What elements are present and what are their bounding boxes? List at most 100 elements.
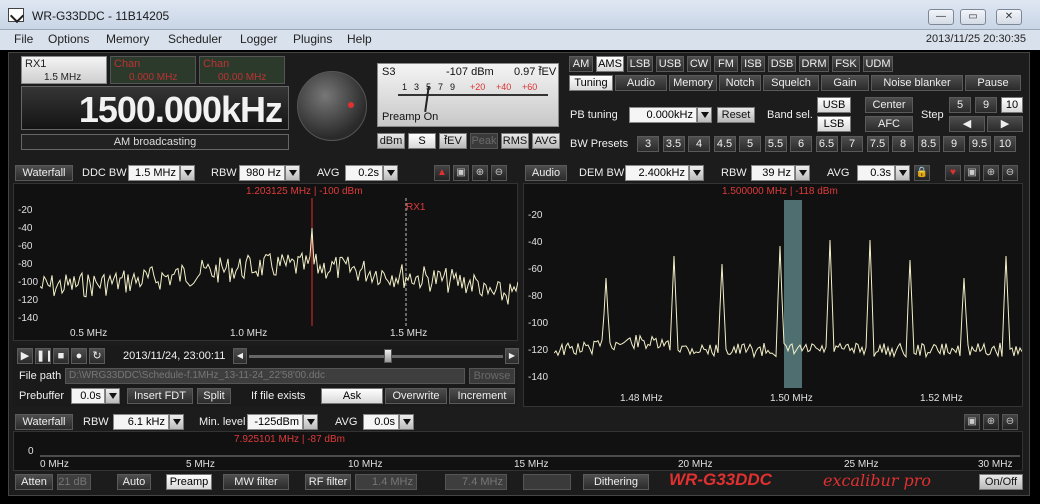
- zoom-in-icon[interactable]: ⊕: [983, 165, 999, 181]
- seek-back-button[interactable]: ◀: [233, 348, 247, 364]
- menu-logger[interactable]: Logger: [240, 32, 277, 46]
- menu-scheduler[interactable]: Scheduler: [168, 32, 222, 46]
- overwrite-button[interactable]: Overwrite: [385, 388, 447, 404]
- bw-preset-button[interactable]: 3: [637, 136, 659, 152]
- meter-rms-button[interactable]: RMS: [501, 133, 529, 149]
- seek-slider-handle[interactable]: [384, 349, 392, 363]
- tab-pause[interactable]: Pause: [965, 75, 1021, 91]
- dem-avg-dropdown-icon[interactable]: [895, 165, 910, 181]
- zoom-in-icon[interactable]: ⊕: [472, 165, 488, 181]
- mode-fsk-button[interactable]: FSK: [832, 56, 860, 72]
- zoom-out-icon[interactable]: ⊖: [1002, 165, 1018, 181]
- bw-preset-button[interactable]: 9.5: [968, 136, 991, 152]
- mode-drm-button[interactable]: DRM: [799, 56, 829, 72]
- save-icon[interactable]: ▣: [453, 165, 469, 181]
- dem-avg-field[interactable]: 0.3s: [857, 165, 895, 181]
- zoom-in-icon[interactable]: ⊕: [983, 414, 999, 430]
- pb-tuning-field[interactable]: 0.000kHz: [629, 107, 697, 123]
- menu-file[interactable]: File: [14, 32, 33, 46]
- mode-usb-button[interactable]: USB: [656, 56, 684, 72]
- step-10-button[interactable]: 10: [1001, 97, 1023, 113]
- insert-fdt-button[interactable]: Insert FDT: [127, 388, 193, 404]
- dem-bw-field[interactable]: 2.400kHz: [625, 165, 689, 181]
- menu-help[interactable]: Help: [347, 32, 372, 46]
- meter-dbm-button[interactable]: dBm: [377, 133, 405, 149]
- dem-rbw-dropdown-icon[interactable]: [795, 165, 810, 181]
- step-5-button[interactable]: 5: [949, 97, 971, 113]
- step-9-button[interactable]: 9: [975, 97, 997, 113]
- loop-button[interactable]: ↻: [89, 348, 105, 364]
- bw-preset-button[interactable]: 4.5: [713, 136, 736, 152]
- ddc-bw-field[interactable]: 1.5 MHz: [128, 165, 180, 181]
- channel-tab-rx1[interactable]: RX1 1.5 MHz: [21, 56, 107, 84]
- tab-tuning[interactable]: Tuning: [569, 75, 613, 91]
- split-button[interactable]: Split: [197, 388, 231, 404]
- mode-cw-button[interactable]: CW: [687, 56, 711, 72]
- waterfall-button-wideband[interactable]: Waterfall: [15, 414, 73, 430]
- menu-plugins[interactable]: Plugins: [293, 32, 332, 46]
- bw-preset-button[interactable]: 9: [943, 136, 965, 152]
- lock-icon[interactable]: 🔒: [914, 165, 930, 181]
- center-button[interactable]: Center: [865, 97, 913, 113]
- meter-s-button[interactable]: S: [408, 133, 436, 149]
- preamp-button[interactable]: Preamp: [166, 474, 212, 490]
- prebuffer-field[interactable]: 0.0s: [71, 388, 105, 404]
- browse-button[interactable]: Browse: [469, 368, 515, 384]
- zoom-out-icon[interactable]: ⊖: [1002, 414, 1018, 430]
- wideband-spectrum-panel[interactable]: 7.925101 MHz | -87 dBm 0 0 MHz 5 MHz 10 …: [13, 431, 1023, 471]
- rf-filter-high-field[interactable]: 7.4 MHz: [445, 474, 507, 490]
- mode-lsb-button[interactable]: LSB: [627, 56, 653, 72]
- save-icon[interactable]: ▣: [964, 165, 980, 181]
- ask-button[interactable]: Ask: [321, 388, 383, 404]
- play-button[interactable]: ▶: [17, 348, 33, 364]
- demod-spectrum-panel[interactable]: 1.500000 MHz | -118 dBm -20 -40 -60 -80 …: [523, 183, 1023, 407]
- step-down-button[interactable]: ◀: [949, 116, 985, 132]
- bw-preset-button[interactable]: 4: [688, 136, 710, 152]
- auto-button[interactable]: Auto: [117, 474, 151, 490]
- meter-avg-button[interactable]: AVG: [532, 133, 560, 149]
- peak-hold-icon[interactable]: ▲: [434, 165, 450, 181]
- meter-peak-button[interactable]: Peak: [470, 133, 498, 149]
- tab-squelch[interactable]: Squelch: [763, 75, 819, 91]
- band-lsb-button[interactable]: LSB: [817, 116, 851, 132]
- min-level-field[interactable]: -125dBm: [247, 414, 303, 430]
- bw-preset-button[interactable]: 7.5: [866, 136, 889, 152]
- min-level-dropdown-icon[interactable]: [303, 414, 318, 430]
- bw-preset-button[interactable]: 10: [994, 136, 1016, 152]
- tuning-knob[interactable]: [297, 71, 367, 141]
- channel-tab-3[interactable]: Chan 00.00 MHz: [199, 56, 285, 84]
- close-button[interactable]: ✕: [996, 9, 1022, 25]
- save-icon[interactable]: ▣: [964, 414, 980, 430]
- menu-options[interactable]: Options: [48, 32, 89, 46]
- menu-memory[interactable]: Memory: [106, 32, 149, 46]
- mode-isb-button[interactable]: ISB: [741, 56, 765, 72]
- bw-preset-button[interactable]: 8: [892, 136, 914, 152]
- atten-button[interactable]: Atten: [15, 474, 53, 490]
- record-button[interactable]: ●: [71, 348, 87, 364]
- ddc-rbw-dropdown-icon[interactable]: [285, 165, 300, 181]
- wb-avg-field[interactable]: 0.0s: [363, 414, 399, 430]
- seek-slider[interactable]: [249, 355, 503, 358]
- rf-filter-button[interactable]: RF filter: [305, 474, 351, 490]
- zoom-out-icon[interactable]: ⊖: [491, 165, 507, 181]
- minimize-button[interactable]: —: [928, 9, 954, 25]
- tab-gain[interactable]: Gain: [821, 75, 869, 91]
- blank-button[interactable]: [523, 474, 571, 490]
- tab-notch[interactable]: Notch: [719, 75, 761, 91]
- wb-rbw-field[interactable]: 6.1 kHz: [113, 414, 169, 430]
- bw-preset-button[interactable]: 6: [790, 136, 812, 152]
- tab-audio[interactable]: Audio: [615, 75, 667, 91]
- frequency-display[interactable]: 1500.000kHz: [21, 86, 289, 130]
- bw-preset-button[interactable]: 7: [841, 136, 863, 152]
- mode-fm-button[interactable]: FM: [714, 56, 738, 72]
- ddc-rbw-field[interactable]: 980 Hz: [239, 165, 285, 181]
- afc-button[interactable]: AFC: [865, 116, 913, 132]
- pause-button[interactable]: ❚❚: [35, 348, 51, 364]
- bw-preset-button[interactable]: 5.5: [764, 136, 787, 152]
- audio-button[interactable]: Audio: [525, 165, 567, 181]
- ddc-bw-dropdown-icon[interactable]: [180, 165, 195, 181]
- tab-memory[interactable]: Memory: [669, 75, 717, 91]
- pb-tuning-dropdown-icon[interactable]: [697, 107, 712, 123]
- marker-icon[interactable]: ♥: [945, 165, 961, 181]
- meter-fev-button[interactable]: f̄EV: [439, 133, 467, 149]
